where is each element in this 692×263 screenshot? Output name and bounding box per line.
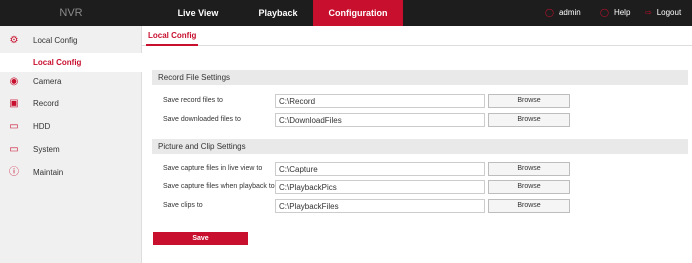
monitor-icon: ▭ xyxy=(9,144,19,155)
logout-label: Logout xyxy=(656,8,682,17)
sidebar-item-maintain[interactable]: ⓘ Maintain xyxy=(0,162,142,184)
top-bar: NVR Live View Playback Configuration ◯ ad… xyxy=(0,0,692,26)
field-label: Save clips to xyxy=(163,202,203,209)
browse-button[interactable]: Browse xyxy=(488,199,570,213)
section-header-picture: Picture and Clip Settings xyxy=(152,139,688,154)
sidebar-item-label: HDD xyxy=(33,122,51,131)
nav-configuration[interactable]: Configuration xyxy=(313,0,403,26)
tab-bar: Local Config xyxy=(142,26,692,46)
browse-button[interactable]: Browse xyxy=(488,113,570,127)
field-label: Save record files to xyxy=(163,97,223,104)
browse-button[interactable]: Browse xyxy=(488,162,570,176)
help-link[interactable]: ◯ Help xyxy=(600,0,630,26)
nav-live-view[interactable]: Live View xyxy=(153,0,243,26)
record-icon: ▣ xyxy=(9,98,19,109)
sidebar-item-label: Camera xyxy=(33,77,62,86)
capture-path-input[interactable] xyxy=(275,162,485,176)
help-label: Help xyxy=(613,8,631,17)
browse-button[interactable]: Browse xyxy=(488,180,570,194)
field-label: Save capture files when playback to xyxy=(163,183,275,190)
help-icon: ◯ xyxy=(600,8,609,17)
download-path-input[interactable] xyxy=(275,113,485,127)
field-label: Save downloaded files to xyxy=(163,116,241,123)
user-icon: ◯ xyxy=(545,8,554,17)
nav-playback[interactable]: Playback xyxy=(243,0,313,26)
hdd-icon: ▭ xyxy=(9,121,19,132)
sidebar: ⚙ Local Config Local Config ◉ Camera ▣ R… xyxy=(0,26,142,263)
info-icon: ⓘ xyxy=(9,167,19,178)
sidebar-item-record[interactable]: ▣ Record xyxy=(0,93,142,115)
sidebar-subitem-local-config[interactable]: Local Config xyxy=(0,53,142,72)
brand-logo: NVR xyxy=(59,7,83,19)
sidebar-item-label: System xyxy=(33,145,60,154)
browse-button[interactable]: Browse xyxy=(488,94,570,108)
logout-icon: ⇨ xyxy=(645,8,652,17)
tab-local-config[interactable]: Local Config xyxy=(146,26,199,46)
save-button[interactable]: Save xyxy=(153,232,248,245)
user-menu[interactable]: ◯ admin xyxy=(545,0,581,26)
sidebar-item-camera[interactable]: ◉ Camera xyxy=(0,71,142,93)
sidebar-item-label: Local Config xyxy=(33,36,78,45)
user-name: admin xyxy=(558,8,581,17)
section-header-record: Record File Settings xyxy=(152,70,688,85)
gear-icon: ⚙ xyxy=(9,35,19,46)
record-path-input[interactable] xyxy=(275,94,485,108)
logout-link[interactable]: ⇨ Logout xyxy=(645,0,681,26)
camera-icon: ◉ xyxy=(9,76,19,87)
sidebar-item-label: Record xyxy=(33,99,59,108)
sidebar-item-local-config[interactable]: ⚙ Local Config xyxy=(0,30,142,52)
sidebar-item-system[interactable]: ▭ System xyxy=(0,139,142,161)
clips-path-input[interactable] xyxy=(275,199,485,213)
playback-pics-path-input[interactable] xyxy=(275,180,485,194)
sidebar-item-label: Maintain xyxy=(33,168,64,177)
sidebar-item-hdd[interactable]: ▭ HDD xyxy=(0,116,142,138)
field-label: Save capture files in live view to xyxy=(163,165,263,172)
